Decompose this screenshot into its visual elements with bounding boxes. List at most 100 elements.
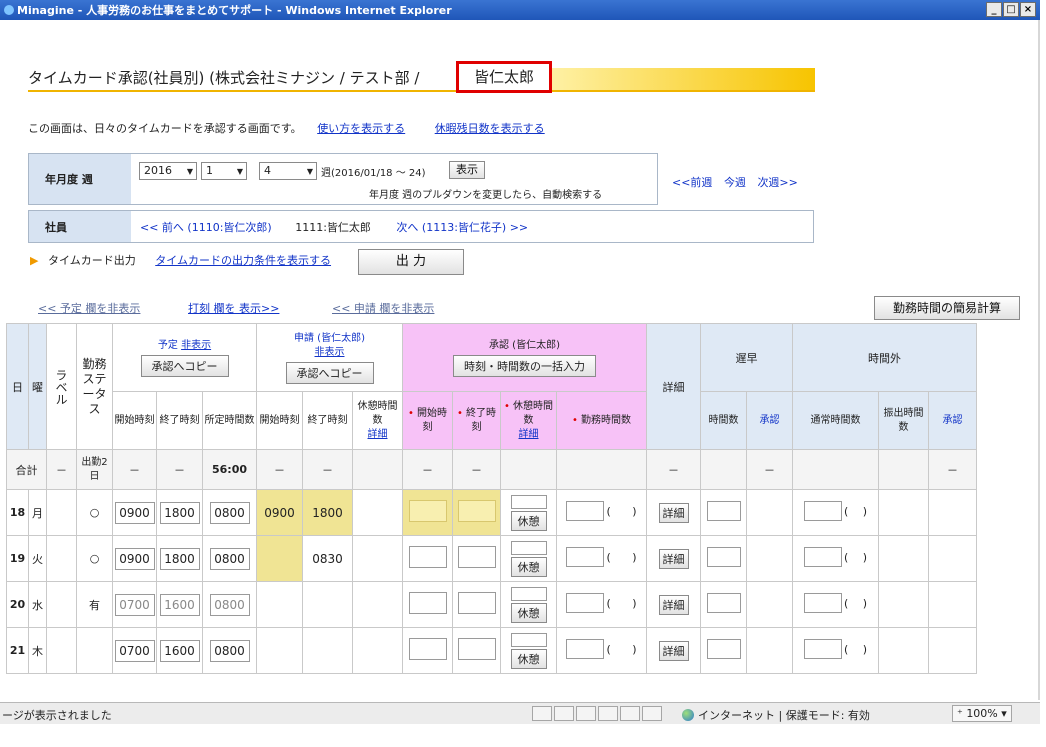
prev-employee-link[interactable]: << 前へ (1110:皆仁次郎) bbox=[140, 221, 272, 234]
ot-normal-input[interactable] bbox=[803, 593, 842, 613]
total-status: 出勤2日 bbox=[76, 449, 113, 490]
appr-end-input[interactable] bbox=[457, 500, 496, 522]
req-end-value: 0830 bbox=[302, 535, 353, 582]
ot-transfer-header: 振出時間数 bbox=[878, 391, 929, 450]
month-select[interactable]: 1 bbox=[201, 162, 247, 180]
header-detail: 詳細 bbox=[646, 323, 701, 450]
plan-start-input[interactable]: 0700 bbox=[114, 593, 155, 616]
plan-sched-input[interactable]: 0800 bbox=[209, 639, 250, 662]
row-status: ○ bbox=[76, 489, 113, 536]
this-week-link[interactable]: 今週 bbox=[724, 176, 746, 189]
usage-link[interactable]: 使い方を表示する bbox=[317, 122, 405, 135]
appr-start-input[interactable] bbox=[408, 638, 447, 660]
appr-start-input[interactable] bbox=[408, 546, 447, 568]
late-hours-header: 時間数 bbox=[700, 391, 747, 450]
leave-balance-link[interactable]: 休暇残日数を表示する bbox=[435, 122, 545, 135]
break-button[interactable]: 休憩 bbox=[510, 648, 547, 669]
ot-normal-input[interactable] bbox=[803, 501, 842, 521]
ie-icon bbox=[4, 5, 14, 15]
detail-button[interactable]: 詳細 bbox=[658, 640, 689, 661]
close-button[interactable]: × bbox=[1020, 2, 1036, 17]
hide-request-toggle[interactable]: << 申請 欄を非表示 bbox=[332, 300, 434, 316]
plan-sched-input[interactable]: 0800 bbox=[209, 593, 250, 616]
next-week-link[interactable]: 次週>> bbox=[757, 176, 797, 189]
plan-header: 予定 非表示 承認へコピー bbox=[112, 323, 257, 392]
appr-break-input[interactable] bbox=[510, 632, 547, 647]
req-break-detail-link[interactable]: 詳細 bbox=[368, 429, 388, 440]
plan-start-input[interactable]: 0900 bbox=[114, 501, 155, 524]
plan-end-input[interactable]: 1800 bbox=[159, 501, 200, 524]
week-select[interactable]: 4 bbox=[259, 162, 317, 180]
late-hours-input[interactable] bbox=[706, 501, 741, 521]
late-hours-input[interactable] bbox=[706, 593, 741, 613]
late-hours-input[interactable] bbox=[706, 639, 741, 659]
appr-start-input[interactable] bbox=[408, 500, 447, 522]
year-select[interactable]: 2016 bbox=[139, 162, 197, 180]
plan-sched-input[interactable]: 0800 bbox=[209, 547, 250, 570]
appr-break-detail-link[interactable]: 詳細 bbox=[519, 429, 539, 440]
appr-break-header: • 休憩時間数 詳細 bbox=[500, 391, 557, 450]
appr-work-header: • 勤務時間数 bbox=[556, 391, 647, 450]
late-hours-input[interactable] bbox=[706, 547, 741, 567]
plan-end-input[interactable]: 1600 bbox=[159, 639, 200, 662]
plan-sched-input[interactable]: 0800 bbox=[209, 501, 250, 524]
plan-end-input[interactable]: 1800 bbox=[159, 547, 200, 570]
plan-start-header: 開始時刻 bbox=[112, 391, 157, 450]
ot-normal-input[interactable] bbox=[803, 547, 842, 567]
appr-end-input[interactable] bbox=[457, 546, 496, 568]
maximize-button[interactable]: □ bbox=[1003, 2, 1019, 17]
next-employee-link[interactable]: 次へ (1113:皆仁花子) >> bbox=[396, 221, 528, 234]
zoom-icon: ⁺ bbox=[957, 707, 963, 720]
appr-end-input[interactable] bbox=[457, 592, 496, 614]
prev-week-link[interactable]: <<前週 bbox=[672, 176, 712, 189]
break-button[interactable]: 休憩 bbox=[510, 602, 547, 623]
hide-plan-toggle[interactable]: << 予定 欄を非表示 bbox=[38, 300, 140, 316]
show-stamp-toggle[interactable]: 打刻 欄を 表示>> bbox=[188, 300, 279, 316]
header-late-early: 遅早 bbox=[700, 323, 793, 392]
appr-break-input[interactable] bbox=[510, 586, 547, 601]
zoom-control[interactable]: ⁺ 100% ▾ bbox=[952, 705, 1012, 722]
output-button[interactable]: 出 力 bbox=[358, 249, 464, 275]
table-row: 19 火 ○ 0900 1800 0800 0830 休憩 ( ) 詳細 ( ) bbox=[6, 535, 977, 582]
break-button[interactable]: 休憩 bbox=[510, 510, 547, 531]
row-dow: 月 bbox=[28, 489, 47, 536]
appr-work-input[interactable] bbox=[566, 501, 605, 521]
ot-normal-input[interactable] bbox=[803, 639, 842, 659]
request-title: 申請 (皆仁太郎) bbox=[294, 332, 365, 344]
appr-end-input[interactable] bbox=[457, 638, 496, 660]
request-hide-link[interactable]: 非表示 bbox=[257, 346, 402, 360]
appr-break-input[interactable] bbox=[510, 540, 547, 555]
appr-start-input[interactable] bbox=[408, 592, 447, 614]
bulk-input-button[interactable]: 時刻・時間数の一括入力 bbox=[453, 354, 596, 377]
plan-end-input[interactable]: 1600 bbox=[159, 593, 200, 616]
break-button[interactable]: 休憩 bbox=[510, 556, 547, 577]
detail-button[interactable]: 詳細 bbox=[658, 548, 689, 569]
timecard-output: ▶ タイムカード出力 タイムカードの出力条件を表示する bbox=[30, 252, 331, 268]
window-title: Minagine - 人事労務のお仕事をまとめてサポート - Windows I… bbox=[17, 4, 452, 17]
plan-start-input[interactable]: 0900 bbox=[114, 547, 155, 570]
approval-title: 承認 (皆仁太郎) bbox=[489, 339, 560, 351]
request-copy-button[interactable]: 承認へコピー bbox=[285, 361, 374, 384]
header-label: ラベル bbox=[46, 323, 77, 450]
detail-button[interactable]: 詳細 bbox=[658, 502, 689, 523]
page-header: タイムカード承認(社員別) (株式会社ミナジン / テスト部 / 皆仁太郎 bbox=[20, 60, 815, 94]
intro-line: この画面は、日々のタイムカードを承認する画面です。 使い方を表示する 休暇残日数… bbox=[28, 120, 545, 136]
detail-button[interactable]: 詳細 bbox=[658, 594, 689, 615]
plan-hide-link[interactable]: 非表示 bbox=[181, 340, 211, 351]
simple-calc-button[interactable]: 勤務時間の簡易計算 bbox=[874, 296, 1020, 320]
show-button[interactable]: 表示 bbox=[449, 161, 485, 179]
plan-title: 予定 bbox=[157, 339, 178, 351]
late-approve-header: 承認 bbox=[746, 391, 793, 450]
plan-start-input[interactable]: 0700 bbox=[114, 639, 155, 662]
appr-work-input[interactable] bbox=[566, 547, 605, 567]
output-conditions-link[interactable]: タイムカードの出力条件を表示する bbox=[155, 254, 331, 267]
appr-work-input[interactable] bbox=[566, 593, 605, 613]
plan-copy-button[interactable]: 承認へコピー bbox=[140, 354, 229, 377]
scrollbar-edge bbox=[1038, 20, 1040, 700]
appr-break-input[interactable] bbox=[510, 494, 547, 509]
row-status: ○ bbox=[76, 535, 113, 582]
appr-work-input[interactable] bbox=[566, 639, 605, 659]
minimize-button[interactable]: _ bbox=[986, 2, 1002, 17]
employee-navigation: << 前へ (1110:皆仁次郎) 1111:皆仁太郎 次へ (1113:皆仁花… bbox=[140, 219, 528, 235]
req-start-value bbox=[256, 581, 303, 628]
